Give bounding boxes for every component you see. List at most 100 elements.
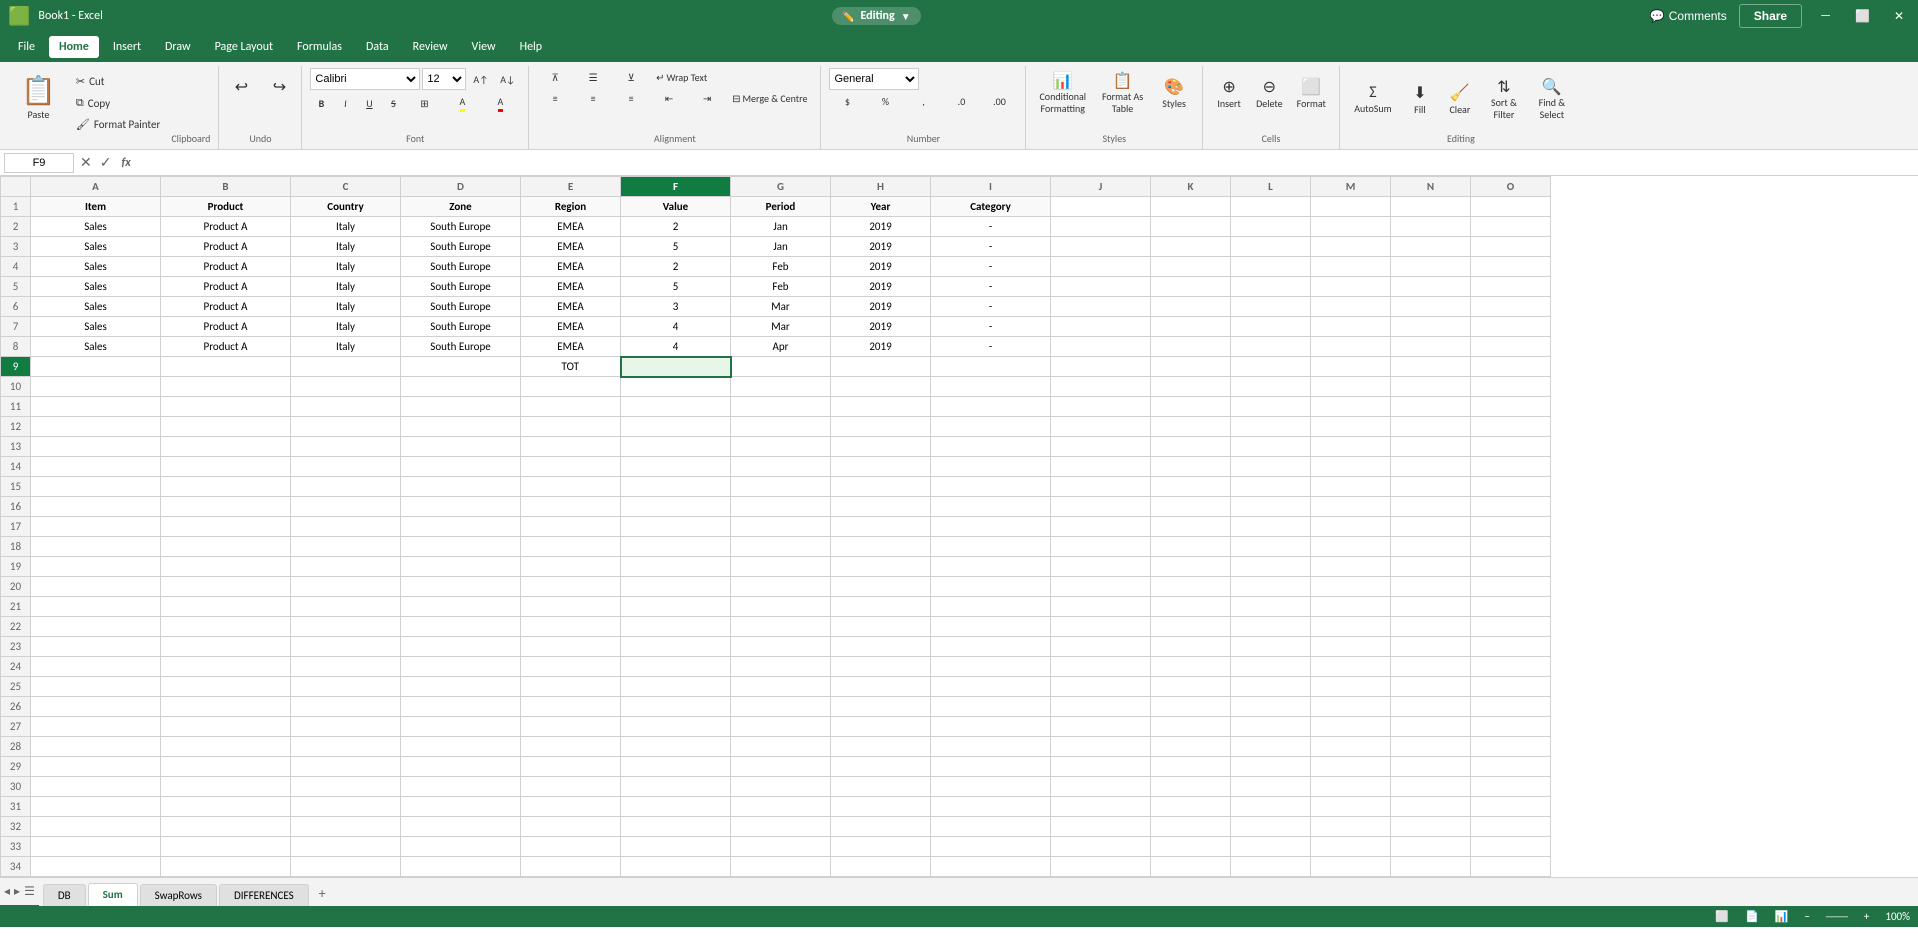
cell[interactable] [731, 517, 831, 537]
cell[interactable] [831, 697, 931, 717]
decrease-font-button[interactable]: A↓ [495, 70, 520, 89]
cell[interactable] [621, 677, 731, 697]
cell[interactable] [1151, 737, 1231, 757]
cell[interactable]: 2 [621, 217, 731, 237]
cell[interactable] [291, 777, 401, 797]
cell[interactable] [731, 657, 831, 677]
cell[interactable] [1051, 617, 1151, 637]
cell[interactable]: Sales [31, 317, 161, 337]
cell[interactable] [731, 757, 831, 777]
cell[interactable] [161, 517, 291, 537]
cell[interactable] [31, 397, 161, 417]
cell[interactable] [291, 557, 401, 577]
autosum-button[interactable]: Σ AutoSum [1348, 80, 1398, 118]
cell[interactable] [1151, 217, 1231, 237]
sheet-tab-DIFFERENCES[interactable]: DIFFERENCES [219, 884, 309, 906]
cell[interactable] [1311, 577, 1391, 597]
cell[interactable] [931, 557, 1051, 577]
cell[interactable]: EMEA [521, 257, 621, 277]
cell[interactable] [401, 837, 521, 857]
cell[interactable]: - [931, 317, 1051, 337]
align-center-button[interactable]: ≡ [575, 89, 611, 108]
cell[interactable] [291, 637, 401, 657]
cell[interactable] [1231, 297, 1311, 317]
align-left-button[interactable]: ≡ [537, 89, 573, 108]
cell[interactable] [1231, 377, 1311, 397]
cell[interactable] [621, 377, 731, 397]
cell[interactable] [1471, 477, 1551, 497]
cell[interactable] [1471, 597, 1551, 617]
cell[interactable] [931, 477, 1051, 497]
cell[interactable] [931, 637, 1051, 657]
cell[interactable] [1311, 757, 1391, 777]
cell[interactable]: Feb [731, 257, 831, 277]
cell[interactable] [621, 637, 731, 657]
col-header-N[interactable]: N [1391, 177, 1471, 197]
currency-button[interactable]: $ [829, 92, 865, 111]
cell[interactable] [621, 417, 731, 437]
cell[interactable] [521, 597, 621, 617]
row-header-4[interactable]: 4 [1, 257, 31, 277]
cell[interactable] [1231, 737, 1311, 757]
cell[interactable] [1391, 197, 1471, 217]
normal-view-icon[interactable]: ⬜ [1715, 910, 1729, 923]
cell[interactable] [401, 817, 521, 837]
cell[interactable]: - [931, 237, 1051, 257]
cell[interactable] [931, 537, 1051, 557]
cell[interactable] [31, 617, 161, 637]
cell[interactable] [1311, 737, 1391, 757]
row-header-8[interactable]: 8 [1, 337, 31, 357]
cell[interactable] [291, 717, 401, 737]
cell[interactable]: 5 [621, 277, 731, 297]
cell[interactable] [931, 857, 1051, 877]
cell[interactable] [931, 697, 1051, 717]
decimal-decrease-button[interactable]: .0 [943, 92, 979, 111]
cell[interactable]: Sales [31, 277, 161, 297]
cell[interactable] [161, 857, 291, 877]
cell[interactable] [401, 857, 521, 877]
cell[interactable] [401, 797, 521, 817]
cell[interactable] [521, 837, 621, 857]
row-header-17[interactable]: 17 [1, 517, 31, 537]
cell[interactable] [731, 637, 831, 657]
cell[interactable] [31, 457, 161, 477]
cell[interactable] [1311, 337, 1391, 357]
col-header-K[interactable]: K [1151, 177, 1231, 197]
cell[interactable] [31, 577, 161, 597]
cell[interactable]: Sales [31, 337, 161, 357]
cell[interactable] [1391, 537, 1471, 557]
cell[interactable] [1051, 237, 1151, 257]
cell[interactable] [931, 797, 1051, 817]
cell[interactable] [401, 377, 521, 397]
cell[interactable] [1471, 377, 1551, 397]
cell[interactable] [401, 417, 521, 437]
cell[interactable] [161, 417, 291, 437]
row-header-9[interactable]: 9 [1, 357, 31, 377]
cell[interactable] [1051, 597, 1151, 617]
cell[interactable] [1051, 697, 1151, 717]
cell[interactable] [291, 837, 401, 857]
cell[interactable] [1151, 397, 1231, 417]
cell[interactable] [1151, 717, 1231, 737]
cell[interactable] [1151, 777, 1231, 797]
cell[interactable] [1051, 277, 1151, 297]
cell[interactable] [1231, 197, 1311, 217]
cell[interactable] [731, 397, 831, 417]
cell[interactable]: 2 [621, 257, 731, 277]
row-header-24[interactable]: 24 [1, 657, 31, 677]
cell[interactable] [1311, 297, 1391, 317]
decimal-increase-button[interactable]: .00 [981, 92, 1017, 111]
cell[interactable] [1151, 677, 1231, 697]
cell[interactable] [521, 637, 621, 657]
cell[interactable]: South Europe [401, 317, 521, 337]
cell-reference-box[interactable] [4, 153, 74, 173]
cell[interactable] [1471, 857, 1551, 877]
cell[interactable] [521, 377, 621, 397]
insert-cells-button[interactable]: ⊕ Insert [1211, 74, 1247, 113]
menu-view[interactable]: View [462, 36, 506, 58]
cell[interactable] [1231, 317, 1311, 337]
cell[interactable] [1151, 197, 1231, 217]
cell[interactable] [1231, 637, 1311, 657]
cell[interactable] [161, 717, 291, 737]
cell[interactable] [161, 677, 291, 697]
